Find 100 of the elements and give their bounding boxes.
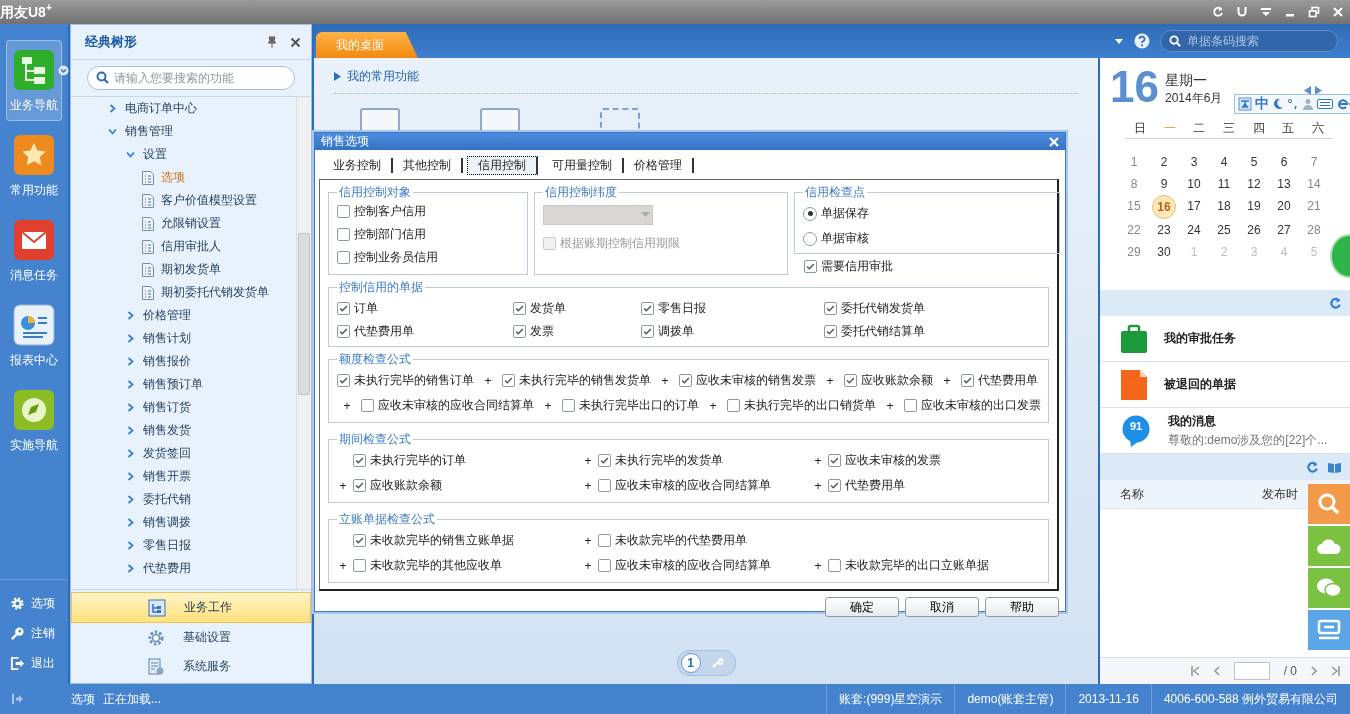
checkbox[interactable] (727, 399, 740, 412)
checkbox-label[interactable]: 代垫费用单 (845, 477, 905, 494)
checkbox[interactable] (961, 374, 974, 387)
calendar-day[interactable]: 12 (1243, 173, 1265, 195)
checkbox-label[interactable]: 零售日报 (658, 300, 706, 317)
checkbox-label[interactable]: 委托代销发货单 (841, 300, 925, 317)
dropdown-icon[interactable] (58, 65, 69, 76)
menu-icon[interactable] (1260, 6, 1272, 18)
checkbox-label[interactable]: 未执行完毕的销售订单 (354, 372, 474, 389)
tree-item[interactable]: 销售订货 (143, 399, 191, 416)
checkbox[interactable] (824, 302, 837, 315)
checkbox[interactable] (337, 302, 350, 315)
next-icon[interactable] (1315, 86, 1322, 95)
message-icon[interactable] (1308, 610, 1350, 650)
checkbox[interactable] (641, 325, 654, 338)
calendar-day[interactable]: 18 (1213, 195, 1235, 217)
calendar-day[interactable]: 28 (1303, 219, 1325, 241)
chat-icon[interactable] (1308, 568, 1350, 608)
sidebar-link[interactable]: 退出 (0, 648, 68, 678)
checkbox-label[interactable]: 发票 (530, 323, 554, 340)
checkbox[interactable] (828, 559, 841, 572)
task-item[interactable]: 被退回的单据 (1100, 362, 1350, 408)
checkbox-label[interactable]: 应收未审核的销售发票 (696, 372, 816, 389)
checkbox[interactable] (337, 374, 350, 387)
cloud-icon[interactable] (1308, 526, 1350, 566)
checkbox[interactable] (337, 205, 350, 218)
tree-item[interactable]: 客户价值模型设置 (161, 192, 257, 209)
sidebar-link[interactable]: 选项 (0, 588, 68, 618)
tab[interactable]: 其他控制 (393, 158, 463, 173)
checkbox-label[interactable]: 未收款完毕的出口立账单据 (845, 557, 989, 574)
u-shape-icon[interactable] (1236, 6, 1248, 18)
checkbox-label[interactable]: 控制业务员信用 (354, 249, 438, 266)
calendar-day[interactable]: 10 (1183, 173, 1205, 195)
calendar-day[interactable]: 21 (1303, 195, 1325, 217)
tab[interactable]: 价格管理 (624, 158, 694, 173)
first-page-icon[interactable] (1190, 666, 1200, 676)
checkbox[interactable] (598, 454, 611, 467)
checkbox[interactable] (679, 374, 692, 387)
calendar-day[interactable]: 1 (1123, 151, 1145, 173)
person-icon[interactable] (1302, 98, 1314, 110)
tree-item[interactable]: 委托代销 (143, 491, 191, 508)
checkbox-label[interactable]: 应收未审核的发票 (845, 452, 941, 469)
checkbox-label[interactable]: 未执行完毕的出口销货单 (744, 397, 876, 414)
task-item[interactable]: 我的审批任务 (1100, 316, 1350, 362)
calendar-day[interactable]: 6 (1273, 151, 1295, 173)
checkbox-label[interactable]: 未收款完毕的销售立账单据 (370, 532, 514, 549)
tree-item[interactable]: 销售发货 (143, 422, 191, 439)
checkbox[interactable] (353, 479, 366, 492)
checkbox[interactable] (641, 302, 654, 315)
checkbox[interactable] (502, 374, 515, 387)
e-logo-icon[interactable] (1336, 98, 1350, 110)
previous-icon[interactable] (1213, 666, 1220, 676)
tree-item[interactable]: 销售预订单 (143, 376, 203, 393)
calendar-day[interactable]: 25 (1213, 219, 1235, 241)
checkbox[interactable] (513, 302, 526, 315)
calendar-day[interactable]: 4 (1213, 151, 1235, 173)
tree-item[interactable]: 销售管理 (125, 123, 173, 140)
checkbox-label[interactable]: 应收未审核的应收合同结算单 (378, 397, 534, 414)
checkbox[interactable] (598, 559, 611, 572)
punctuation-icon[interactable] (1287, 98, 1299, 110)
checkbox[interactable] (824, 325, 837, 338)
calendar-day[interactable]: 17 (1183, 195, 1205, 217)
calendar-day[interactable]: 24 (1183, 219, 1205, 241)
calendar-day[interactable]: 9 (1153, 173, 1175, 195)
calendar-day[interactable]: 3 (1183, 151, 1205, 173)
tree-item[interactable]: 销售开票 (143, 468, 191, 485)
page-field[interactable] (1233, 662, 1270, 680)
checkbox[interactable] (598, 534, 611, 547)
tree-item[interactable]: 电商订单中心 (125, 100, 197, 117)
checkbox-label[interactable]: 未执行完毕的发货单 (615, 452, 723, 469)
dialog-button[interactable]: 取消 (905, 597, 979, 617)
checkbox-label[interactable]: 未执行完毕出口的订单 (579, 397, 699, 414)
checkbox-label[interactable]: 未执行完毕的销售发货单 (519, 372, 651, 389)
close-icon[interactable] (290, 36, 301, 48)
module-item[interactable]: 业务工作 (71, 592, 311, 623)
previous-icon[interactable] (1304, 86, 1311, 95)
calendar-day[interactable]: 2 (1153, 151, 1175, 173)
calendar-day[interactable]: 14 (1303, 173, 1325, 195)
nav-item[interactable]: 实施导航 (6, 380, 62, 461)
checkbox-label[interactable]: 未执行完毕的订单 (370, 452, 466, 469)
dialog-button[interactable]: 确定 (825, 597, 899, 617)
checkbox-label[interactable]: 应收未审核的出口发票 (921, 397, 1041, 414)
tree-item[interactable]: 设置 (143, 146, 167, 163)
refresh-icon[interactable] (1306, 460, 1319, 474)
calendar-day[interactable]: 13 (1273, 173, 1295, 195)
checkbox-label[interactable]: 应收账款余额 (370, 477, 442, 494)
tree-item[interactable]: 代垫费用 (143, 560, 191, 577)
help-icon[interactable] (1134, 33, 1150, 49)
checkbox[interactable] (337, 251, 350, 264)
tree-item[interactable]: 期初发货单 (161, 261, 221, 278)
caret-icon[interactable] (1114, 37, 1124, 45)
page-button[interactable]: 1 (680, 653, 701, 673)
checkbox-label[interactable]: 需要信用审批 (821, 258, 893, 275)
checkbox-label[interactable]: 未收款完毕的其他应收单 (370, 557, 502, 574)
checkbox-label[interactable]: 委托代销结算单 (841, 323, 925, 340)
checkbox-label[interactable]: 控制部门信用 (354, 226, 426, 243)
input-mode[interactable]: 中 (1255, 95, 1269, 113)
input-method-toolbar[interactable]: 中 (1234, 94, 1350, 114)
book-icon[interactable] (1327, 460, 1342, 474)
nav-item[interactable]: 常用功能 (6, 125, 62, 206)
